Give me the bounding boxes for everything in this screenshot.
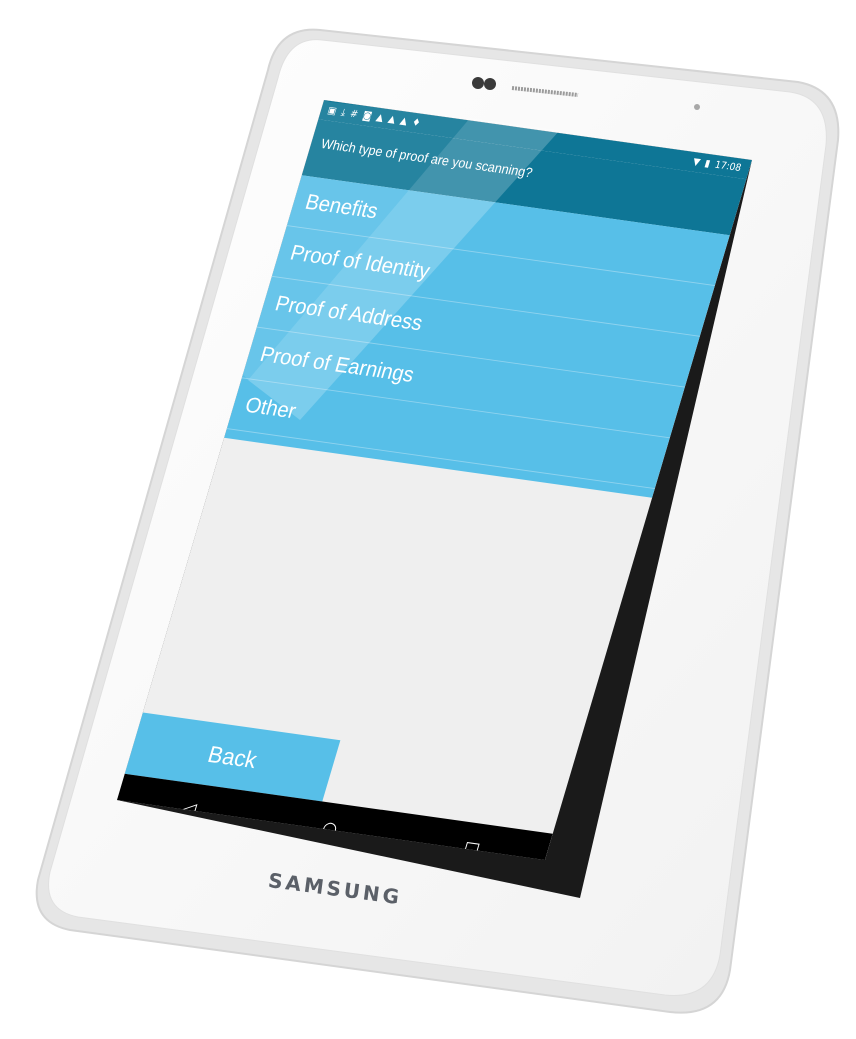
proof-type-list: Benefits Proof of Identity Proof of Addr… xyxy=(224,175,730,498)
warning-icon: ▲ xyxy=(398,114,410,127)
warning-icon: ▲ xyxy=(374,111,386,124)
download-icon: ⤓ xyxy=(339,106,348,119)
battery-icon: ▮ xyxy=(703,157,712,170)
instagram-icon: ◙ xyxy=(361,109,374,122)
status-time: 17:08 xyxy=(713,158,743,174)
wifi-icon: ▼ xyxy=(691,155,702,168)
tablet-mockup: ▣ ⤓ # ◙ ▲ ▲ ▲ ♦ ▼ ▮ 17:08 Which type of … xyxy=(0,0,856,1039)
hash-icon: # xyxy=(348,107,360,121)
image-icon: ▣ xyxy=(326,104,339,117)
pin-icon: ♦ xyxy=(410,116,423,129)
warning-icon: ▲ xyxy=(386,112,398,126)
sensor-icon xyxy=(694,104,700,110)
